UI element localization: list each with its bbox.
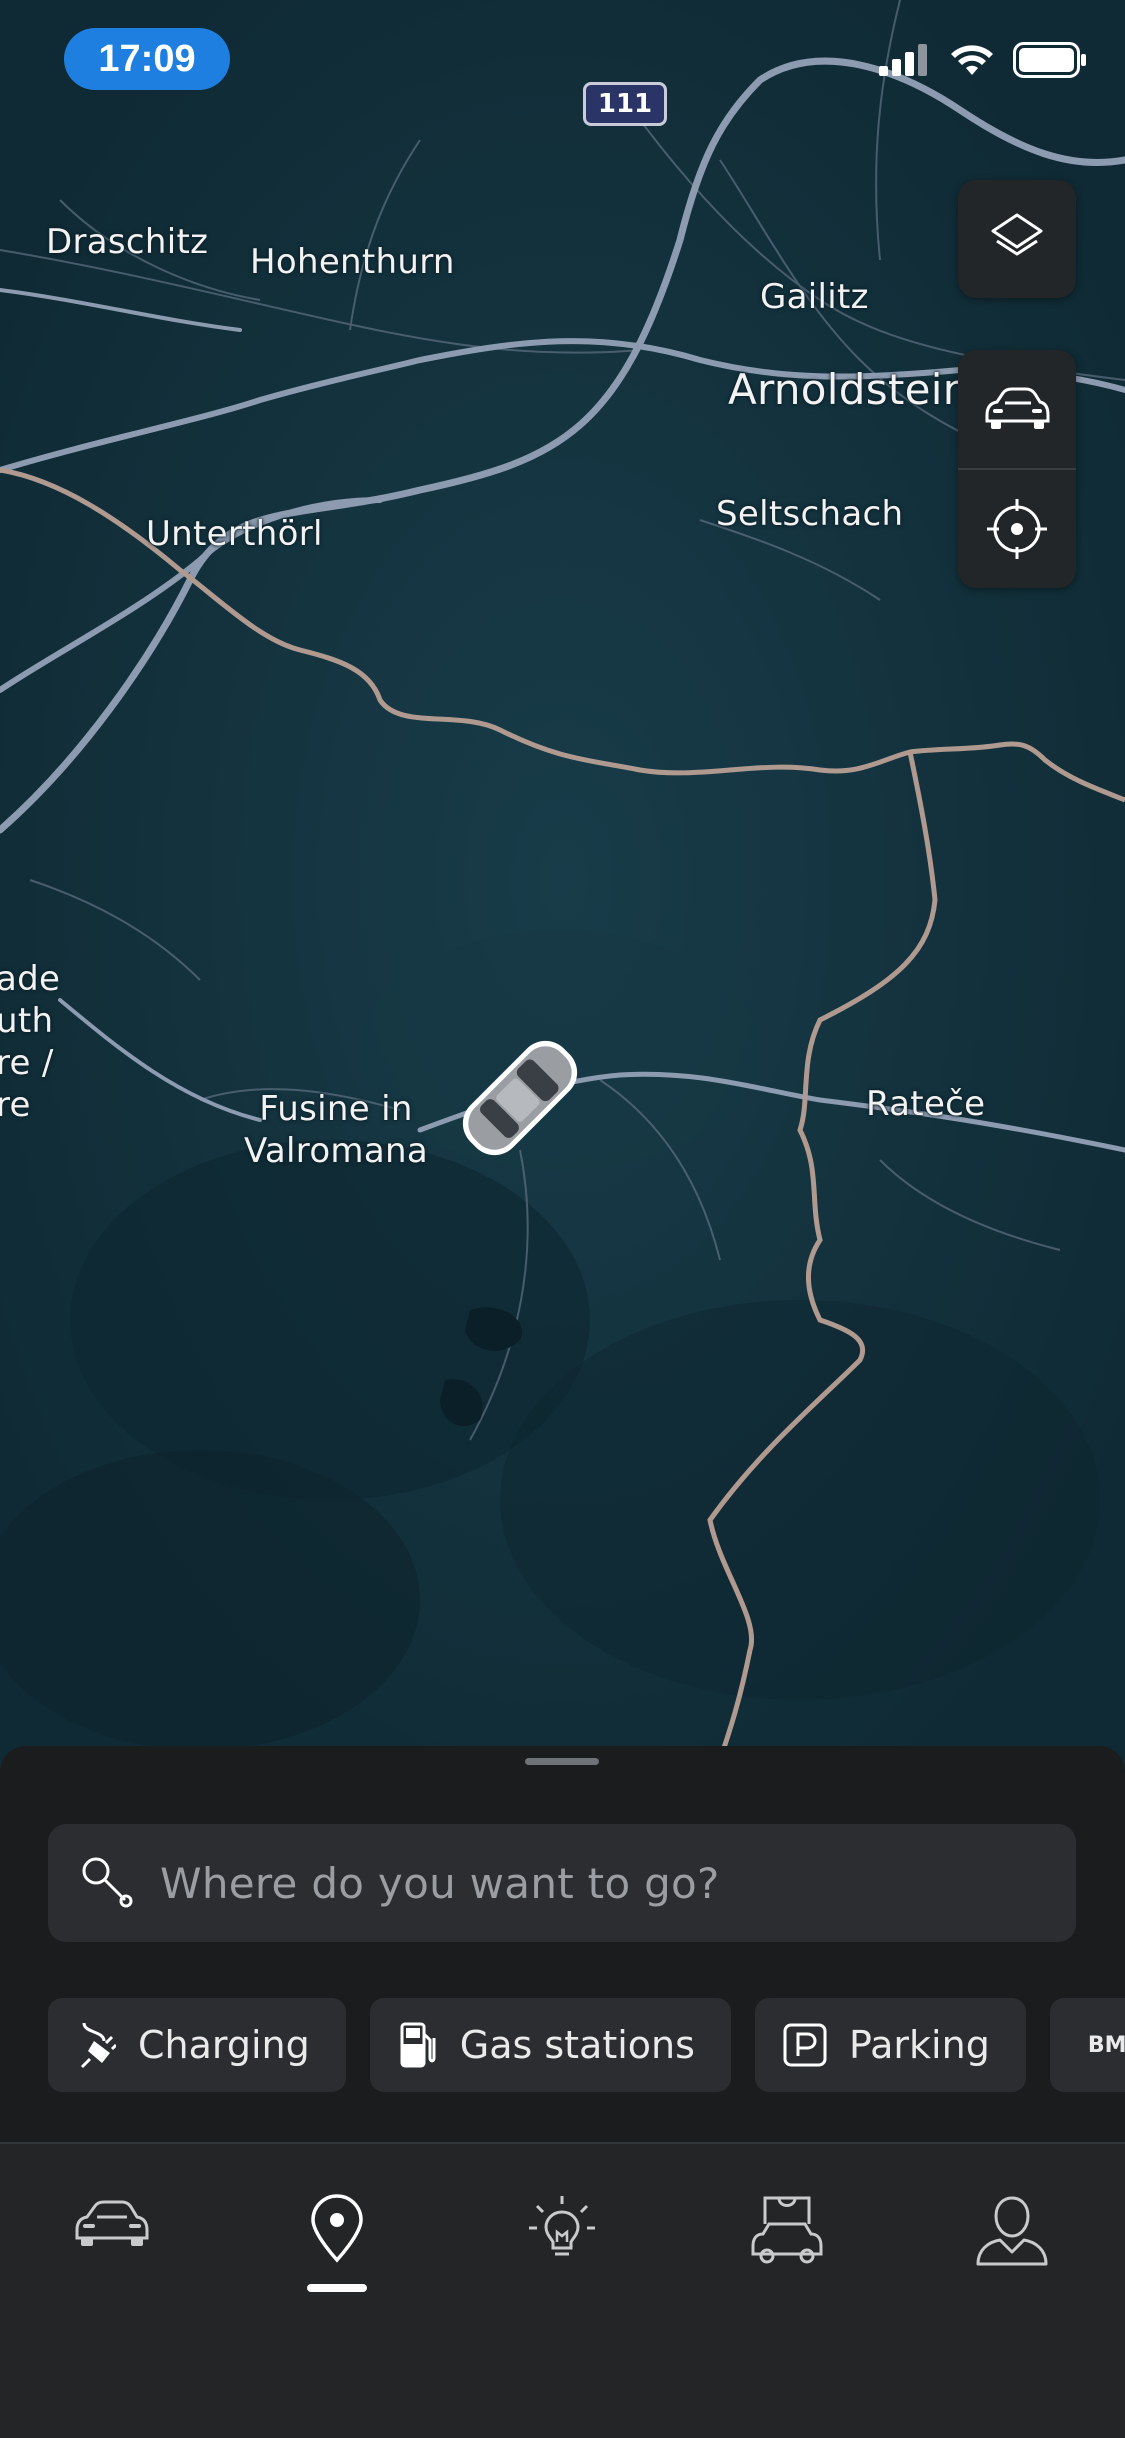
chip-label: Gas stations <box>459 2023 695 2067</box>
my-location-button[interactable] <box>958 470 1076 588</box>
vehicle-location-button[interactable] <box>958 350 1076 468</box>
map-pin-icon <box>311 2194 363 2263</box>
my-location-icon <box>987 499 1047 559</box>
wifi-icon <box>951 45 993 75</box>
profile-icon <box>976 2196 1048 2266</box>
tab-bar <box>0 2142 1125 2438</box>
place-label: Unterthörl <box>146 514 323 554</box>
shop-car-icon <box>751 2196 823 2264</box>
charging-plug-icon <box>80 2022 116 2069</box>
battery-icon <box>1013 42 1086 78</box>
place-label: Seltschach <box>716 494 904 534</box>
category-chips: Charging Gas stations Parking BM <box>48 1998 1125 2092</box>
place-label: Hohenthurn <box>250 242 455 282</box>
lightbulb-icon <box>529 2196 595 2256</box>
search-placeholder: Where do you want to go? <box>160 1858 720 1908</box>
fuel-pump-icon <box>400 2022 436 2068</box>
tab-car[interactable] <box>62 2194 162 2284</box>
selected-tab-indicator <box>307 2284 367 2292</box>
layers-control[interactable] <box>958 180 1076 298</box>
chip-label: Charging <box>138 2023 310 2067</box>
tab-map[interactable] <box>287 2194 387 2284</box>
vehicle-location-icon <box>985 387 1050 429</box>
chip-gas-stations[interactable]: Gas stations <box>369 1998 731 2092</box>
search-sheet: Where do you want to go? Charging Gas st… <box>0 1746 1125 2142</box>
location-controls <box>958 350 1076 588</box>
place-label: Fusine in Valromana <box>244 1089 428 1171</box>
place-label: ade uth re / re <box>0 959 61 1125</box>
place-label: Gailitz <box>760 277 869 317</box>
layers-icon <box>991 213 1043 256</box>
place-label: Arnoldstein <box>728 365 970 414</box>
layers-button[interactable] <box>958 180 1076 298</box>
cellular-signal-icon <box>879 44 927 76</box>
sheet-handle[interactable] <box>525 1758 599 1765</box>
chip-bmw[interactable]: BM <box>1049 1998 1125 2092</box>
chip-charging[interactable]: Charging <box>48 1998 346 2092</box>
chip-parking[interactable]: Parking <box>754 1998 1026 2092</box>
search-icon <box>82 1857 133 1908</box>
destination-search-field[interactable]: Where do you want to go? <box>48 1824 1076 1942</box>
place-label: Draschitz <box>46 222 209 262</box>
car-icon <box>75 2200 149 2246</box>
chip-label: Parking <box>848 2023 990 2067</box>
map-view[interactable]: 111 Draschitz Hohenthurn Gailitz Arnolds… <box>0 0 1125 1760</box>
place-label: Rateče <box>866 1084 986 1124</box>
status-time: 17:09 <box>64 28 230 90</box>
tab-profile[interactable] <box>962 2194 1062 2284</box>
chip-label: BM <box>1087 2032 1125 2058</box>
road-shield: 111 <box>583 82 667 126</box>
tab-shop[interactable] <box>737 2194 837 2284</box>
parking-icon <box>783 2023 827 2067</box>
vehicle-marker[interactable] <box>440 1018 600 1178</box>
map-terrain <box>0 0 1125 1760</box>
status-icons <box>879 42 1087 78</box>
tab-ideas[interactable] <box>512 2194 612 2284</box>
